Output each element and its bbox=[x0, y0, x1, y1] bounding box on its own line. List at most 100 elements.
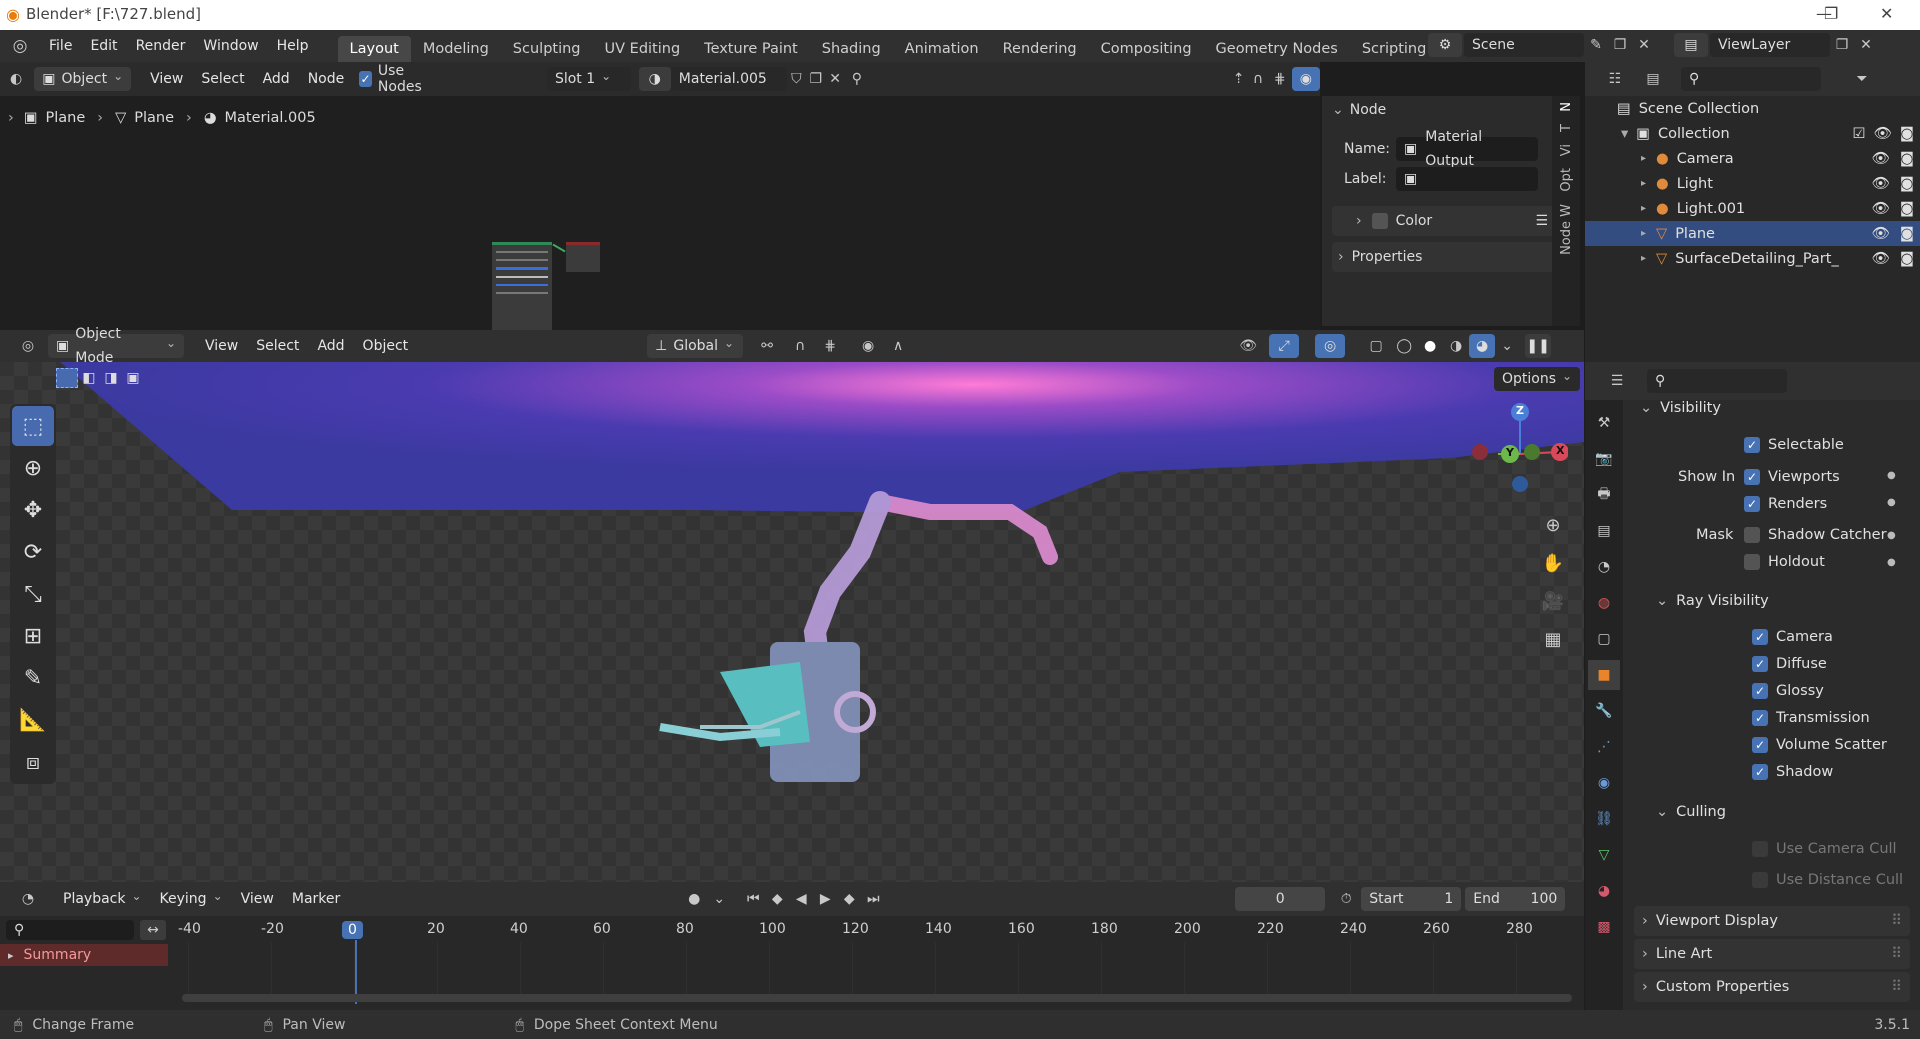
tl-menu-playback[interactable]: Playback bbox=[54, 891, 151, 907]
sync-arrows-icon[interactable]: ↔ bbox=[140, 920, 166, 940]
gizmo-toggle-icon[interactable]: ⤢ bbox=[1269, 334, 1300, 358]
navigation-gizmo[interactable]: Z Y X bbox=[1468, 402, 1569, 492]
jump-start-icon[interactable]: ⏮ bbox=[741, 891, 765, 907]
viewports-checkbox[interactable]: ✓ bbox=[1744, 469, 1760, 485]
visibility-panel-header[interactable]: ⌄ Visibility bbox=[1640, 400, 1721, 416]
select-new-icon[interactable] bbox=[56, 368, 78, 388]
render-camera-icon[interactable]: ◙ bbox=[1900, 176, 1914, 192]
snap-icon[interactable]: ∩ bbox=[1248, 71, 1267, 87]
tab-layout[interactable]: Layout bbox=[337, 36, 411, 62]
custom-properties-panel[interactable]: › Custom Properties ⠿ bbox=[1634, 972, 1910, 1002]
menu-edit[interactable]: Edit bbox=[81, 38, 126, 54]
use-nodes-checkbox[interactable]: ✓ bbox=[359, 71, 372, 87]
camera-view-icon[interactable]: 🎥 bbox=[1538, 586, 1568, 616]
visibility-eye-icon[interactable]: 👁 bbox=[1872, 175, 1890, 192]
constraints-tab-icon[interactable]: ⛓ bbox=[1595, 804, 1613, 834]
select-extend-icon[interactable]: ◧ bbox=[78, 368, 100, 388]
tool-tab-icon[interactable]: ⚒ bbox=[1598, 408, 1611, 438]
scale-tool-icon[interactable]: ⤡ bbox=[12, 574, 54, 614]
material-tab-icon[interactable]: ◕ bbox=[1598, 876, 1610, 906]
culling-header[interactable]: ⌄ Culling bbox=[1656, 804, 1726, 820]
editor-type-icon[interactable]: ◐ bbox=[0, 71, 32, 87]
wireframe-shading-icon[interactable]: ◯ bbox=[1391, 338, 1417, 354]
options-dropdown[interactable]: Options bbox=[1494, 367, 1581, 391]
ray-visibility-checkbox[interactable]: ✓ bbox=[1752, 764, 1768, 780]
node-label-field[interactable]: ▣ bbox=[1396, 167, 1538, 191]
snap-options-icon[interactable]: ⋕ bbox=[1268, 71, 1292, 87]
fake-user-icon[interactable]: ⛉ bbox=[787, 71, 806, 87]
tab-geometry-nodes[interactable]: Geometry Nodes bbox=[1204, 36, 1350, 62]
parent-node-tree-icon[interactable]: ⇡ bbox=[1229, 71, 1248, 87]
tab-modeling[interactable]: Modeling bbox=[411, 36, 501, 62]
maximize-icon[interactable]: ❐ bbox=[1824, 4, 1838, 23]
outliner-item[interactable]: ▸ ▽ Plane 👁 ◙ bbox=[1585, 221, 1920, 246]
select-subtract-icon[interactable]: ◨ bbox=[100, 368, 122, 388]
use-nodes-toggle[interactable]: ✓ Use Nodes bbox=[359, 63, 437, 95]
particles-tab-icon[interactable]: ⋰ bbox=[1597, 732, 1611, 762]
expand-icon[interactable]: ▸ bbox=[1641, 178, 1646, 189]
record-icon[interactable]: ● bbox=[679, 891, 709, 907]
xray-icon[interactable]: ▢ bbox=[1361, 338, 1391, 354]
tab-texture-paint[interactable]: Texture Paint bbox=[692, 36, 810, 62]
expand-icon[interactable]: ▸ bbox=[1641, 228, 1646, 239]
select-intersect-icon[interactable]: ▣ bbox=[122, 368, 144, 388]
viewport-editor-icon[interactable]: ◎ bbox=[8, 338, 48, 354]
menu-window[interactable]: Window bbox=[194, 38, 267, 54]
texture-tab-icon[interactable]: ▩ bbox=[1597, 912, 1610, 942]
timeline-editor-icon[interactable]: ◔ bbox=[8, 891, 48, 907]
tab-scripting[interactable]: Scripting bbox=[1350, 36, 1438, 62]
outliner-scene-collection[interactable]: ▤ Scene Collection bbox=[1585, 96, 1920, 121]
visibility-filter-icon[interactable]: 👁 bbox=[1233, 338, 1263, 354]
properties-panel-header[interactable]: › Properties bbox=[1332, 242, 1558, 272]
delete-viewlayer-icon[interactable]: ✕ bbox=[1854, 37, 1878, 53]
snap-magnet-icon[interactable]: ∩ bbox=[785, 338, 815, 354]
transform-tool-icon[interactable]: ⊞ bbox=[12, 616, 54, 656]
falloff-icon[interactable]: ∧ bbox=[883, 338, 913, 354]
scene-tab-icon[interactable]: ◔ bbox=[1598, 552, 1610, 582]
solid-shading-icon[interactable]: ● bbox=[1417, 338, 1443, 354]
selectable-checkbox[interactable]: ✓ bbox=[1744, 437, 1760, 453]
zoom-icon[interactable]: ⊕ bbox=[1538, 510, 1568, 540]
ray-visibility-toggle[interactable]: ✓ Volume Scatter bbox=[1752, 737, 1887, 753]
tab-rendering[interactable]: Rendering bbox=[991, 36, 1089, 62]
proportional-edit-icon[interactable]: ◉ bbox=[853, 338, 883, 354]
viewlayer-icon[interactable]: ▤ bbox=[1674, 33, 1708, 57]
play-icon[interactable]: ▶ bbox=[813, 891, 837, 907]
tab-uv-editing[interactable]: UV Editing bbox=[593, 36, 693, 62]
slot-dropdown[interactable]: Slot 1 bbox=[546, 67, 631, 91]
modifier-tab-icon[interactable]: 🔧 bbox=[1595, 696, 1612, 726]
node-editor-canvas[interactable] bbox=[0, 62, 1320, 330]
node-panel-header[interactable]: ⌄ Node bbox=[1332, 102, 1558, 118]
tab-sculpting[interactable]: Sculpting bbox=[501, 36, 593, 62]
renders-toggle[interactable]: ✓ Renders bbox=[1744, 496, 1827, 512]
shadow-catcher-checkbox[interactable] bbox=[1744, 527, 1760, 543]
vp-menu-add[interactable]: Add bbox=[308, 338, 353, 354]
exclude-checkbox-icon[interactable]: ☑ bbox=[1853, 126, 1866, 142]
rendered-shading-icon[interactable]: ◕ bbox=[1469, 334, 1496, 358]
cursor-tool-icon[interactable]: ⊕ bbox=[12, 448, 54, 488]
properties-editor-icon[interactable]: ☰ bbox=[1599, 373, 1635, 389]
tab-compositing[interactable]: Compositing bbox=[1089, 36, 1204, 62]
object-tab-icon[interactable]: ■ bbox=[1588, 660, 1620, 690]
close-icon[interactable]: ✕ bbox=[1880, 4, 1893, 23]
tl-menu-view[interactable]: View bbox=[232, 891, 283, 907]
expand-icon[interactable]: ▸ bbox=[1641, 253, 1646, 264]
material-output-node[interactable] bbox=[566, 242, 600, 272]
visibility-eye-icon[interactable]: 👁 bbox=[1872, 150, 1890, 167]
annotate-tool-icon[interactable]: ✎ bbox=[12, 658, 54, 698]
outliner-item[interactable]: ▸ ● Light.001 👁 ◙ bbox=[1585, 196, 1920, 221]
record-options-icon[interactable]: ⌄ bbox=[709, 891, 729, 907]
list-icon[interactable]: ☰ bbox=[1535, 213, 1548, 229]
principled-bsdf-node[interactable] bbox=[492, 242, 552, 330]
visibility-eye-icon[interactable]: 👁 bbox=[1872, 225, 1890, 242]
color-checkbox[interactable] bbox=[1371, 213, 1388, 229]
physics-tab-icon[interactable]: ◉ bbox=[1598, 768, 1610, 798]
node-menu-view[interactable]: View bbox=[141, 71, 192, 87]
use-distance-cull-toggle[interactable]: Use Distance Cull bbox=[1752, 872, 1903, 888]
add-cube-tool-icon[interactable]: ⧈ bbox=[12, 742, 54, 782]
output-tab-icon[interactable]: 🖶 bbox=[1597, 480, 1610, 510]
view-layer-tab-icon[interactable]: ▤ bbox=[1597, 516, 1610, 546]
menu-file[interactable]: File bbox=[40, 38, 81, 54]
transform-orientation-dropdown[interactable]: ⊥ Global bbox=[647, 334, 744, 358]
visibility-eye-icon[interactable]: 👁 bbox=[1872, 200, 1890, 217]
